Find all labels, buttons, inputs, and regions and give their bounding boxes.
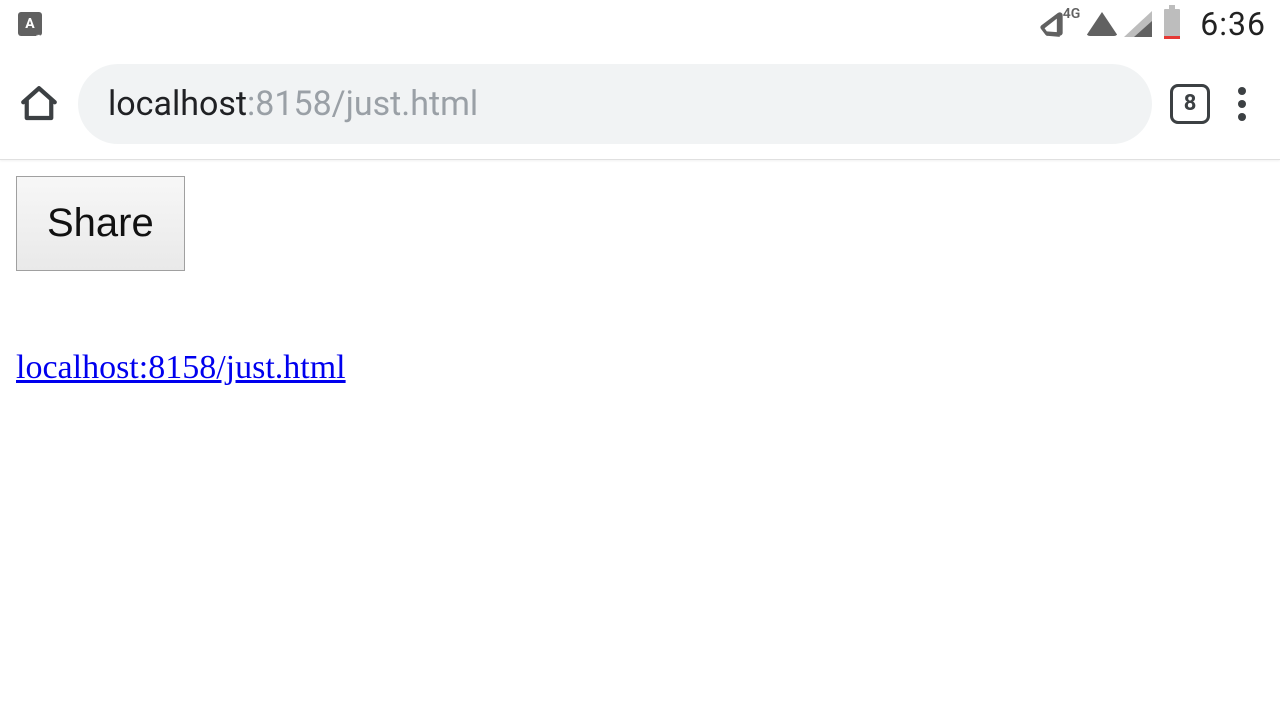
url-host: localhost [108, 84, 247, 124]
overflow-menu-button[interactable] [1228, 83, 1256, 125]
share-button[interactable]: Share [16, 176, 185, 271]
battery-icon [1164, 9, 1180, 39]
browser-toolbar: localhost:8158/just.html 8 [0, 48, 1280, 160]
home-button[interactable] [18, 83, 60, 125]
url-bar[interactable]: localhost:8158/just.html [78, 64, 1152, 144]
tab-count-label: 8 [1184, 91, 1197, 116]
kebab-dot-icon [1238, 100, 1246, 108]
wifi-icon [1086, 12, 1118, 36]
page-content: Share localhost:8158/just.html [0, 160, 1280, 403]
status-clock: 6:36 [1200, 5, 1266, 43]
page-url-link[interactable]: localhost:8158/just.html [16, 349, 1264, 387]
url-path: :8158/just.html [247, 84, 478, 124]
network-type-label: 4G [1063, 6, 1081, 22]
kebab-dot-icon [1238, 113, 1246, 121]
android-status-bar: A 4G 6:36 [0, 0, 1280, 48]
cellular-signal-icon [1124, 11, 1152, 37]
keyboard-notification-letter: A [25, 17, 34, 31]
tab-switcher-button[interactable]: 8 [1170, 84, 1210, 124]
keyboard-notification-icon: A [18, 12, 42, 36]
kebab-dot-icon [1238, 87, 1246, 95]
volte-4g-icon: 4G [1037, 10, 1081, 38]
